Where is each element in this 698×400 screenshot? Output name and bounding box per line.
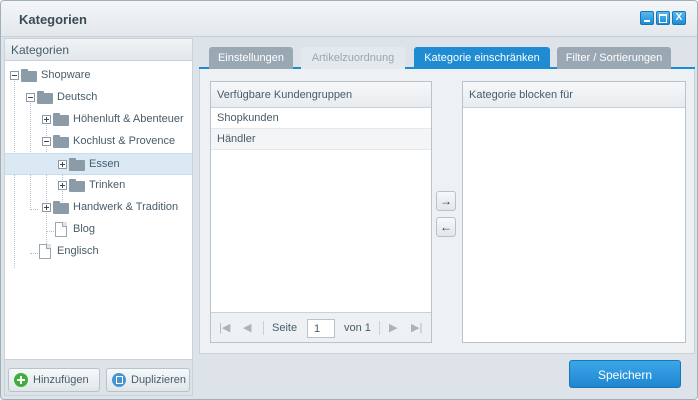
tab-content: Verfügbare Kundengruppen Shopkunden Händ… [199, 69, 695, 354]
tree-toolbar: Hinzufügen Duplizieren [5, 359, 192, 395]
categories-window: Kategorien X Kategorien Shopware Deutsch… [0, 0, 698, 400]
page-icon [55, 222, 67, 237]
grid-pager: |◀ ◀ Seite von 1 ▶ ▶| [211, 312, 431, 342]
minimize-button[interactable] [640, 11, 654, 25]
tree-node-label: Höhenluft & Abenteuer [73, 113, 184, 125]
maximize-button[interactable] [656, 11, 670, 25]
expand-toggle-icon[interactable] [58, 181, 67, 190]
add-category-button[interactable]: Hinzufügen [8, 368, 100, 392]
grid-row[interactable]: Händler [211, 129, 431, 150]
grid-column-header[interactable]: Verfügbare Kundengruppen [211, 82, 431, 108]
add-to-blocked-button[interactable]: → [436, 191, 456, 211]
tree-node-englisch[interactable]: Englisch [5, 241, 192, 263]
tree-node-label: Trinken [89, 179, 126, 191]
arrow-right-icon: → [440, 194, 452, 208]
collapse-toggle-icon[interactable] [26, 93, 35, 102]
folder-icon [21, 69, 37, 82]
tree-node-label: Handwerk & Tradition [73, 201, 179, 213]
expand-toggle-icon[interactable] [58, 160, 67, 169]
plus-icon [14, 373, 28, 387]
category-tree-panel: Kategorien Shopware Deutsch Höhenluft & … [4, 38, 193, 396]
folder-icon [69, 179, 85, 192]
tree-node-handwerk[interactable]: Handwerk & Tradition [5, 197, 192, 219]
tree-node-label: Englisch [57, 245, 99, 257]
page-count-label: von 1 [344, 322, 371, 334]
tree-node-kochlust[interactable]: Kochlust & Provence [5, 131, 192, 153]
page-number-input[interactable] [307, 319, 335, 338]
tree-node-label: Blog [73, 223, 96, 235]
tree-node-label: Shopware [41, 69, 91, 81]
folder-icon [69, 158, 85, 171]
tree-node-essen[interactable]: Essen [5, 153, 192, 175]
tree-node-hoehenluft[interactable]: Höhenluft & Abenteuer [5, 109, 192, 131]
grid-row[interactable]: Shopkunden [211, 108, 431, 129]
available-customer-groups-grid: Verfügbare Kundengruppen Shopkunden Händ… [210, 81, 432, 343]
pager-separator [263, 321, 264, 335]
category-tree: Shopware Deutsch Höhenluft & Abenteuer K… [5, 61, 192, 359]
add-button-label: Hinzufügen [33, 374, 89, 386]
expand-toggle-icon[interactable] [42, 203, 51, 212]
arrow-left-icon: ← [440, 220, 452, 234]
last-page-icon[interactable]: ▶| [411, 321, 422, 334]
collapse-toggle-icon[interactable] [42, 137, 51, 146]
tree-node-trinken[interactable]: Trinken [5, 175, 192, 197]
tree-node-label: Kochlust & Provence [73, 135, 176, 147]
tab-einstellungen[interactable]: Einstellungen [209, 47, 293, 69]
tree-node-label: Deutsch [57, 91, 98, 103]
page-icon [39, 244, 51, 259]
maximize-icon [657, 12, 669, 24]
blocked-customer-groups-grid: Kategorie blocken für [462, 81, 686, 343]
prev-page-icon[interactable]: ◀ [243, 321, 251, 334]
copy-icon [112, 373, 126, 387]
collapse-toggle-icon[interactable] [10, 71, 19, 80]
save-button[interactable]: Speichern [569, 360, 681, 388]
window-title: Kategorien [19, 12, 87, 27]
duplicate-category-button[interactable]: Duplizieren [106, 368, 190, 392]
first-page-icon[interactable]: |◀ [219, 321, 230, 334]
tab-artikelzuordnung: Artikelzuordnung [301, 47, 405, 69]
folder-icon [37, 91, 53, 104]
tab-strip: Einstellungen Artikelzuordnung Kategorie… [199, 45, 695, 69]
pager-separator [379, 321, 380, 335]
page-label: Seite [272, 322, 298, 334]
folder-icon [53, 113, 69, 126]
remove-from-blocked-button[interactable]: ← [436, 217, 456, 237]
tree-node-blog[interactable]: Blog [5, 219, 192, 241]
tree-node-label: Essen [89, 158, 120, 170]
tab-filter-sortierungen[interactable]: Filter / Sortierungen [557, 47, 671, 69]
close-button[interactable]: X [672, 11, 686, 25]
folder-icon [53, 201, 69, 214]
close-icon: X [675, 12, 683, 23]
next-page-icon[interactable]: ▶ [389, 321, 397, 334]
window-footer: Speichern [199, 354, 695, 396]
tree-node-deutsch[interactable]: Deutsch [5, 87, 192, 109]
folder-icon [53, 135, 69, 148]
expand-toggle-icon[interactable] [42, 115, 51, 124]
tree-panel-header: Kategorien [5, 39, 192, 61]
tab-kategorie-einschraenken[interactable]: Kategorie einschränken [414, 47, 550, 69]
minimize-icon [641, 12, 653, 24]
window-titlebar[interactable]: Kategorien X [1, 1, 697, 37]
tree-node-shopware[interactable]: Shopware [5, 65, 192, 87]
grid-column-header[interactable]: Kategorie blocken für [463, 82, 685, 108]
duplicate-button-label: Duplizieren [131, 374, 187, 386]
